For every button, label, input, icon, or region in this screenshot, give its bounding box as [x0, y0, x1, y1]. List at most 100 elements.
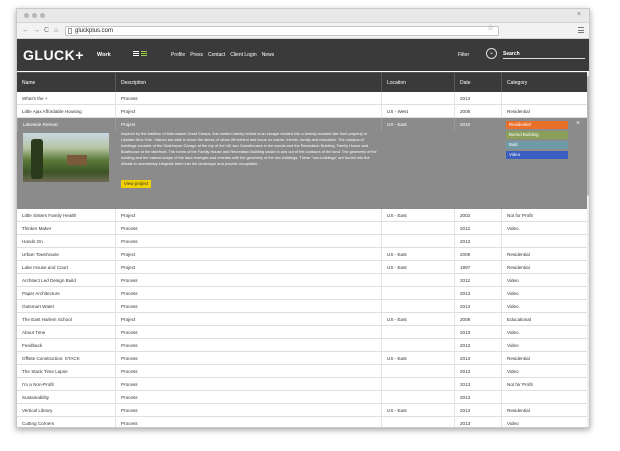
- table-row[interactable]: Paper Architecture Process 2013 Video: [17, 287, 587, 300]
- close-icon[interactable]: ×: [576, 120, 580, 127]
- grid-view-icon[interactable]: [149, 51, 155, 57]
- cell-category: Video: [501, 365, 587, 378]
- cell-description: Process: [115, 417, 381, 427]
- cell-category: Video: [501, 222, 587, 235]
- table-row[interactable]: I'm a Non-Profit Process 2013 Not for Profi…: [17, 378, 587, 391]
- forward-arrow-icon[interactable]: →: [33, 27, 40, 35]
- scrollbar[interactable]: [587, 72, 589, 427]
- home-icon[interactable]: ⌂: [54, 27, 58, 35]
- table-row[interactable]: Architect Led Design Build Process 2012 Vid…: [17, 274, 587, 287]
- cell-date: 2013: [454, 417, 501, 427]
- column-header-date[interactable]: Date: [454, 73, 501, 93]
- table-row[interactable]: The East Harlem School Project US - East 20…: [17, 313, 587, 326]
- table-row[interactable]: Little Ajax Affordable Housing Project US …: [17, 105, 587, 118]
- cell-category: Not for Profit: [501, 209, 587, 222]
- cell-location: [381, 222, 454, 235]
- cell-description: Process: [115, 391, 381, 404]
- category-tag-video[interactable]: Video: [506, 151, 568, 159]
- menu-icon[interactable]: [578, 27, 584, 33]
- cell-date: 2008: [454, 313, 501, 326]
- column-header-location[interactable]: Location: [381, 73, 454, 93]
- tab-close-icon[interactable]: ×: [577, 11, 581, 18]
- back-arrow-icon[interactable]: ←: [22, 27, 29, 35]
- cell-name: Outsmart Water: [22, 304, 55, 309]
- projects-table: Name Description Location Date Category …: [17, 72, 587, 427]
- cell-location: [381, 92, 454, 105]
- logo[interactable]: GLUCK+: [23, 47, 84, 63]
- cell-description: Project: [115, 248, 381, 261]
- expanded-row[interactable]: Lakeside Retreat Project US - East 2010 …: [17, 118, 587, 209]
- filter-label[interactable]: Filter: [458, 52, 469, 58]
- star-icon[interactable]: ☆: [487, 23, 494, 32]
- view-project-button[interactable]: View project: [121, 180, 152, 188]
- nav-news[interactable]: News: [262, 52, 275, 58]
- cell-date: 2013: [454, 235, 501, 248]
- list-view-icon[interactable]: [133, 51, 139, 57]
- cell-description: Project: [115, 261, 381, 274]
- window-minimize-dot[interactable]: [32, 13, 37, 18]
- cell-category: Not for Profit: [501, 378, 587, 391]
- column-header-category[interactable]: Category: [501, 73, 587, 93]
- filter-toggle-icon[interactable]: ⌄: [486, 48, 497, 59]
- cell-name: Thinker Maker: [22, 226, 52, 231]
- nav-client-login[interactable]: Client Login: [230, 52, 256, 58]
- cell-category: Educational: [501, 313, 587, 326]
- table-row[interactable]: Feedback Process 2013 Video: [17, 339, 587, 352]
- cell-name: I'm a Non-Profit: [22, 382, 54, 387]
- table-row[interactable]: The Stack Time Lapse Process 2013 Video: [17, 365, 587, 378]
- cell-date: 2002: [454, 209, 501, 222]
- cell-category: Residential: [501, 261, 587, 274]
- category-tag-built[interactable]: Built: [506, 141, 568, 149]
- expanded-location: US - East: [381, 118, 454, 131]
- browser-toolbar: ← → C ⌂ gluckplus.com ☆: [17, 23, 589, 39]
- cell-location: [381, 391, 454, 404]
- expanded-type: Project: [115, 118, 381, 131]
- reload-icon[interactable]: C: [44, 27, 49, 35]
- table-row[interactable]: Little Sisters Family Health Project US - …: [17, 209, 587, 222]
- column-header-description[interactable]: Description: [115, 73, 381, 93]
- cell-category: Video: [501, 326, 587, 339]
- category-tag-buried-building[interactable]: Buried Building: [506, 131, 568, 139]
- cell-date: 2013: [454, 391, 501, 404]
- cell-category: Residential: [501, 105, 587, 118]
- table-row[interactable]: Urban Townhouse Project US - East 2009 Resid…: [17, 248, 587, 261]
- detail-view-icon[interactable]: [141, 51, 147, 57]
- table-row[interactable]: Sustainability Process 2013: [17, 391, 587, 404]
- cell-description: Process: [115, 235, 381, 248]
- project-thumbnail[interactable]: [23, 133, 109, 182]
- table-row[interactable]: Offsite Construction: STACK Process US - E…: [17, 352, 587, 365]
- cell-name: Vertical Library: [22, 408, 53, 413]
- table-row[interactable]: What's the + Process 2013: [17, 92, 587, 105]
- cell-date: 2006: [454, 105, 501, 118]
- nav-contact[interactable]: Contact: [208, 52, 225, 58]
- scrollbar-thumb[interactable]: [587, 76, 589, 196]
- rows-bottom: Little Sisters Family Health Project US - …: [17, 209, 587, 427]
- table-row[interactable]: Cutting Corners Process 2013 Video: [17, 417, 587, 427]
- table-row[interactable]: Hands On Process 2013: [17, 235, 587, 248]
- browser-window: × ← → C ⌂ gluckplus.com ☆ GLUCK+ Work Pr…: [16, 8, 590, 428]
- work-link[interactable]: Work: [97, 52, 111, 58]
- window-close-dot[interactable]: [24, 13, 29, 18]
- category-tag-residential[interactable]: Residential: [506, 121, 568, 129]
- search-input[interactable]: Search: [503, 50, 585, 59]
- table-row[interactable]: Vertical Library Process US - East 2013 Resi…: [17, 404, 587, 417]
- column-header-name[interactable]: Name: [17, 73, 115, 93]
- table-row[interactable]: Thinker Maker Process 2012 Video: [17, 222, 587, 235]
- window-maximize-dot[interactable]: [40, 13, 45, 18]
- table-header: Name Description Location Date Category: [17, 72, 587, 93]
- address-bar[interactable]: gluckplus.com: [65, 26, 499, 36]
- cell-location: [381, 417, 454, 427]
- cell-name: Urban Townhouse: [22, 252, 59, 257]
- nav-profile[interactable]: Profile: [171, 52, 185, 58]
- rows-top: What's the + Process 2013 Little Ajax Affor…: [17, 92, 587, 118]
- table-row[interactable]: Lake House and Court Project US - East 1997…: [17, 261, 587, 274]
- nav-press[interactable]: Press: [190, 52, 203, 58]
- cell-location: US - East: [381, 404, 454, 417]
- table-row[interactable]: Outsmart Water Process 2013 Video: [17, 300, 587, 313]
- cell-date: 2009: [454, 248, 501, 261]
- cell-category: [501, 92, 587, 105]
- cell-location: [381, 365, 454, 378]
- cell-name: What's the +: [22, 96, 48, 101]
- table-row[interactable]: About Time Process 2013 Video: [17, 326, 587, 339]
- cell-location: [381, 287, 454, 300]
